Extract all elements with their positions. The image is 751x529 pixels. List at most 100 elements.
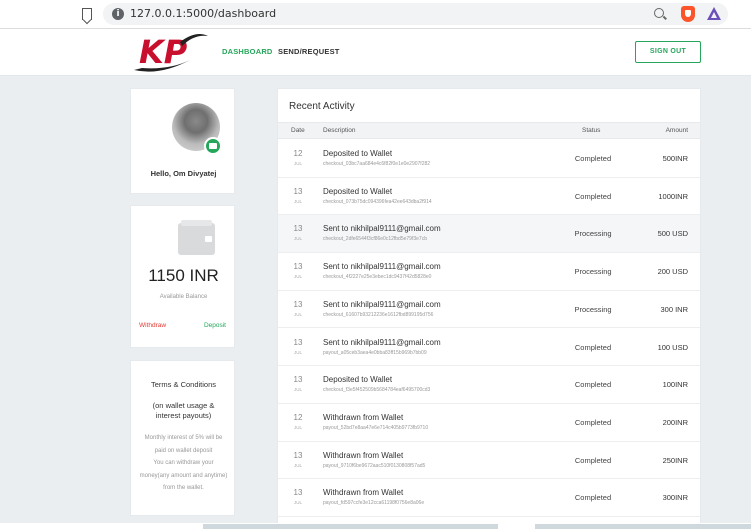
column-date: Date <box>291 127 305 134</box>
triangle-extension-icon[interactable] <box>707 7 721 20</box>
profile-card: Hello, Om Divyatej <box>130 88 235 194</box>
row-status: Completed <box>574 342 612 352</box>
row-day: 12 <box>293 412 303 422</box>
balance-label: Available Balance <box>159 294 208 300</box>
row-month: JUL <box>293 387 302 393</box>
table-row[interactable]: 13 JUL Sent to nikhilpal9111@gmail.com chec… <box>278 253 700 291</box>
row-month: JUL <box>293 311 302 317</box>
row-amount: 1000INR <box>658 191 688 201</box>
row-month: JUL <box>293 198 302 204</box>
row-day: 13 <box>293 299 303 309</box>
table-row[interactable]: 12 JUL Withdrawn from Wallet payout_52bd7e8… <box>278 403 700 442</box>
row-reference: payout_9710f6be9672aac510f0130808f57ad5 <box>323 462 426 469</box>
table-row[interactable]: 13 JUL Sent to nikhilpal9111@gmail.com chec… <box>278 290 700 329</box>
wallet-icon <box>178 220 215 255</box>
row-description: Sent to nikhilpal9111@gmail.com <box>323 262 441 272</box>
row-day: 13 <box>293 224 303 234</box>
withdraw-link[interactable]: Withdraw <box>139 322 166 329</box>
row-reference: payout_a05ceb3aea4e0bba83ff15b969b7bb09 <box>323 349 427 356</box>
row-reference: checkout_2dfe6544f3cf86e0c12fbd5e79f3e7c… <box>323 236 427 243</box>
row-amount: 100INR <box>662 380 688 390</box>
row-amount: 200INR <box>662 417 688 427</box>
row-status: Completed <box>574 417 612 427</box>
brave-icon[interactable] <box>681 6 695 22</box>
row-description: Deposited to Wallet <box>323 149 393 158</box>
row-description: Deposited to Wallet <box>323 375 393 385</box>
deposit-link[interactable]: Deposit <box>204 322 226 329</box>
balance-card: 1150 INR Available Balance Withdraw Depo… <box>130 205 235 348</box>
row-day: 12 <box>293 149 303 158</box>
table-row[interactable]: 13 JUL Sent to nikhilpal9111@gmail.com chec… <box>278 215 700 254</box>
row-description: Sent to nikhilpal9111@gmail.com <box>323 224 441 234</box>
row-amount: 200 USD <box>657 267 688 277</box>
row-reference: checkout_4f2227e25e3ebec1dc9437f42d5828e… <box>323 274 432 281</box>
camera-icon[interactable] <box>204 137 222 155</box>
row-description: Withdrawn from Wallet <box>323 450 404 460</box>
table-row[interactable]: 13 JUL Withdrawn from Wallet payout_9710f6b… <box>278 441 700 480</box>
row-reference: checkout_61607b93212236e1612fbd899195d75… <box>323 311 434 318</box>
row-description: Withdrawn from Wallet <box>323 488 404 498</box>
nav-dashboard[interactable]: DASHBOARD <box>222 47 273 56</box>
column-amount: Amount <box>665 127 688 134</box>
scrollbar-thumb[interactable] <box>203 524 498 529</box>
activity-card: Recent Activity Date Description Status … <box>277 88 701 529</box>
terms-line-1: Monthly interest of 5% will be paid on w… <box>144 435 223 454</box>
row-month: JUL <box>293 349 302 355</box>
row-amount: 300 INR <box>660 304 688 314</box>
column-status: Status <box>582 127 601 134</box>
horizontal-scrollbar[interactable] <box>0 523 751 529</box>
row-amount: 300INR <box>662 493 688 503</box>
row-amount: 100 USD <box>657 342 688 352</box>
greeting: Hello, Om Divyatej <box>150 169 217 178</box>
kp-logo[interactable]: KP <box>130 30 210 76</box>
row-status: Processing <box>574 229 612 239</box>
row-reference: checkout_073b75dc094396fea42ee643dba2f91… <box>323 198 432 205</box>
table-row[interactable]: 13 JUL Deposited to Wallet checkout_073b75d… <box>278 177 700 216</box>
column-description: Description <box>323 127 356 134</box>
row-reference: payout_52bd7e8aa47e6e714c405b9773fb9710 <box>323 424 429 431</box>
balance-amount: 1150 INR <box>148 266 219 285</box>
browser-toolbar: i 127.0.0.1:5000/dashboard <box>0 0 751 29</box>
row-amount: 500 USD <box>657 229 688 239</box>
row-day: 13 <box>293 375 303 385</box>
row-day: 13 <box>293 186 303 196</box>
row-month: JUL <box>293 424 302 430</box>
address-bar[interactable]: i 127.0.0.1:5000/dashboard <box>103 3 728 25</box>
row-status: Completed <box>574 493 612 503</box>
table-row[interactable]: 13 JUL Deposited to Wallet checkout_f3e5f45… <box>278 366 700 404</box>
row-month: JUL <box>293 161 302 166</box>
url-text[interactable]: 127.0.0.1:5000/dashboard <box>130 7 276 20</box>
info-icon[interactable]: i <box>112 8 124 20</box>
terms-line-2: You can withdraw your money(any amount a… <box>139 460 228 491</box>
row-description: Withdrawn from Wallet <box>323 412 404 422</box>
row-day: 13 <box>293 262 303 272</box>
table-header: Date Description Status Amount <box>278 122 700 139</box>
row-status: Completed <box>574 154 612 163</box>
row-month: JUL <box>293 274 302 280</box>
app-header: KP DASHBOARD SEND/REQUEST SIGN OUT <box>0 29 751 76</box>
row-status: Completed <box>574 191 612 201</box>
row-month: JUL <box>293 236 302 242</box>
table-row[interactable]: 13 JUL Withdrawn from Wallet payout_fd597cc… <box>278 479 700 517</box>
row-month: JUL <box>293 500 302 506</box>
nav-send-request[interactable]: SEND/REQUEST <box>278 47 340 56</box>
row-status: Processing <box>574 304 612 314</box>
bookmark-icon[interactable] <box>82 8 92 20</box>
row-day: 13 <box>293 450 303 460</box>
row-status: Completed <box>574 380 612 390</box>
row-amount: 500INR <box>662 154 688 163</box>
scrollbar-track-segment[interactable] <box>535 524 751 529</box>
row-reference: checkout_03bc7aa684e4c6f82f0e1e0e2907f28… <box>323 161 431 167</box>
table-row[interactable]: 13 JUL Sent to nikhilpal9111@gmail.com payo… <box>278 328 700 367</box>
logo-text: KP <box>139 33 188 71</box>
terms-title: Terms & Conditions <box>150 380 217 389</box>
terms-body: Monthly interest of 5% will be paid on w… <box>139 432 228 495</box>
row-amount: 250INR <box>662 455 688 465</box>
row-description: Sent to nikhilpal9111@gmail.com <box>323 299 441 309</box>
row-day: 13 <box>293 337 303 347</box>
zoom-icon[interactable] <box>654 8 664 18</box>
row-description: Sent to nikhilpal9111@gmail.com <box>323 337 441 347</box>
sign-out-button[interactable]: SIGN OUT <box>635 41 701 63</box>
row-day: 13 <box>293 488 303 498</box>
table-row[interactable]: 12 JUL Deposited to Wallet checkout_03bc7aa… <box>278 140 700 178</box>
